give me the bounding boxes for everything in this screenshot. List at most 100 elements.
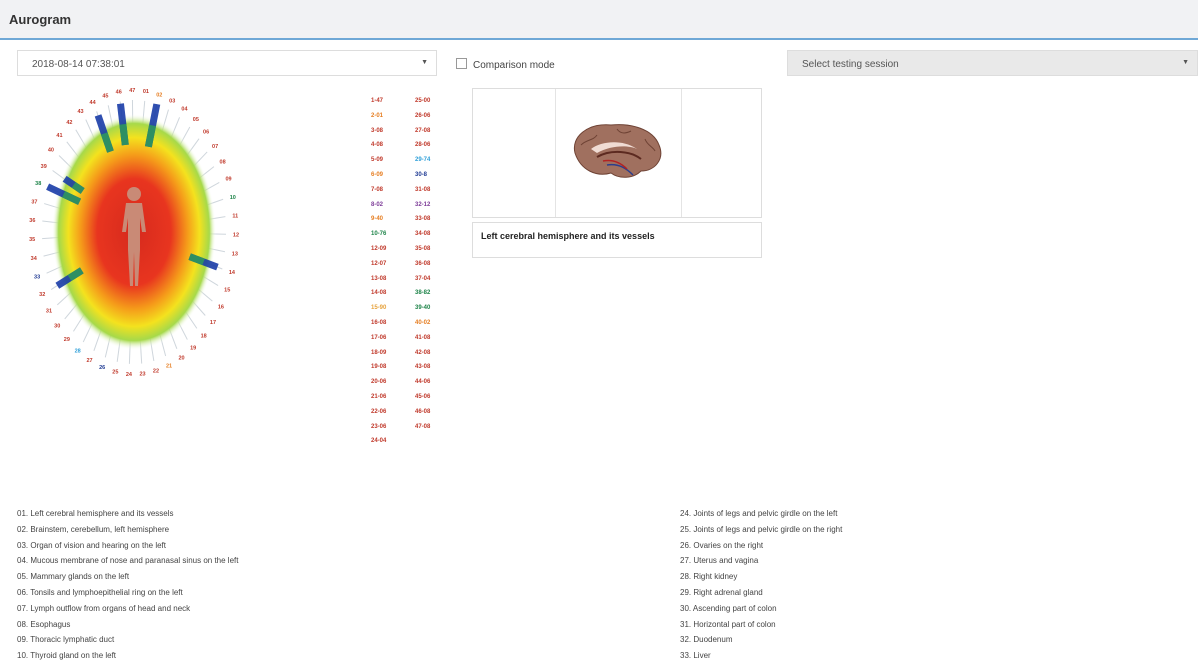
aurogram-graphic: 01 02 03 04 05 06 07 08 09 10 11 12 13 14 15 16 17 18 19 20… xyxy=(29,88,239,378)
legend-item: 27. Uterus and vagina xyxy=(680,556,759,566)
organ-pair-value: 21-06 xyxy=(371,393,387,400)
organ-pair-value: 12-09 xyxy=(371,245,387,252)
ring-label: 39 xyxy=(41,164,47,170)
legend-item: 26. Ovaries on the right xyxy=(680,540,764,550)
date-select[interactable]: 2018-08-14 07:38:01 ▼ xyxy=(17,50,437,76)
organ-pair-value: 38-82 xyxy=(415,290,431,297)
ring-label: 31 xyxy=(46,308,52,314)
ring-label: 14 xyxy=(229,270,236,276)
organ-caption: Left cerebral hemisphere and its vessels xyxy=(472,222,762,258)
ring-label: 35 xyxy=(29,237,35,243)
legend-item: 06. Tonsils and lymphoepithelial ring on… xyxy=(17,587,183,597)
ring-label: 17 xyxy=(210,320,216,326)
caret-down-icon: ▼ xyxy=(1182,59,1189,66)
comparison-mode-checkbox[interactable] xyxy=(456,58,467,69)
ring-label: 04 xyxy=(181,107,188,113)
aurogram-beam-base xyxy=(188,253,205,266)
organ-pair-value: 33-08 xyxy=(415,216,431,223)
organ-pair-value: 45-06 xyxy=(415,393,431,400)
ring-label: 32 xyxy=(39,292,45,298)
organ-pair-value: 17-06 xyxy=(371,334,387,341)
ring-label: 18 xyxy=(201,334,207,340)
organ-pair-value: 26-06 xyxy=(415,112,431,119)
ring-label: 41 xyxy=(56,133,62,139)
ring-label: 42 xyxy=(66,120,72,126)
organ-pairs-column-2: 25-00 26-06 27-08 28-06 29-74 30-8 31-08 32-12 3… xyxy=(415,94,430,434)
organ-caption-text: Left cerebral hemisphere and its vessels xyxy=(481,231,655,241)
ring-label: 23 xyxy=(139,372,145,378)
ring-label: 13 xyxy=(232,251,238,257)
comparison-mode-label: Comparison mode xyxy=(473,60,555,71)
organ-pair-value: 14-08 xyxy=(371,290,387,297)
ring-label: 27 xyxy=(86,358,92,364)
organ-pair-value: 44-06 xyxy=(415,379,431,386)
organ-legend-left: 01. Left cerebral hemisphere and its ves… xyxy=(17,506,238,664)
legend-item: 33. Liver xyxy=(680,651,711,661)
ring-label: 28 xyxy=(75,348,81,354)
organ-pair-value: 42-08 xyxy=(415,349,431,356)
organ-pair-value: 29-74 xyxy=(415,157,431,164)
ring-label: 44 xyxy=(90,100,97,106)
legend-item: 09. Thoracic lymphatic duct xyxy=(17,635,115,645)
ring-label: 02 xyxy=(156,92,162,98)
ring-label: 03 xyxy=(169,98,175,104)
organ-pair-value: 3-08 xyxy=(371,127,384,134)
comparison-mode-toggle[interactable]: Comparison mode xyxy=(456,58,555,71)
organ-pair-value: 22-06 xyxy=(371,408,387,415)
ring-label: 08 xyxy=(220,160,226,166)
ring-label: 20 xyxy=(178,356,184,362)
ring-label: 33 xyxy=(34,274,40,280)
brain-icon xyxy=(573,124,662,178)
ring-label: 25 xyxy=(112,370,118,376)
ring-label: 05 xyxy=(193,117,199,123)
legend-item: 05. Mammary glands on the left xyxy=(17,572,130,582)
ring-label: 15 xyxy=(224,288,230,294)
app-header: Aurogram xyxy=(0,0,1198,40)
organ-pair-value: 13-08 xyxy=(371,275,387,282)
organ-pair-value: 18-09 xyxy=(371,349,387,356)
legend-item: 31. Horizontal part of colon xyxy=(680,619,776,629)
organ-pair-value: 10-76 xyxy=(371,231,387,238)
ring-label: 10 xyxy=(230,195,236,201)
legend-item: 28. Right kidney xyxy=(680,572,738,582)
testing-session-select[interactable]: Select testing session ▼ xyxy=(787,50,1198,76)
organ-pair-value: 16-08 xyxy=(371,319,387,326)
ring-label: 21 xyxy=(166,363,172,369)
organ-pair-value: 35-08 xyxy=(415,245,431,252)
page-title: Aurogram xyxy=(9,12,72,27)
ring-label: 16 xyxy=(218,304,224,310)
organ-pair-value: 27-08 xyxy=(415,127,431,134)
organ-pair-value: 39-40 xyxy=(415,305,431,312)
organ-image-panel xyxy=(472,88,762,218)
organ-pair-value: 36-08 xyxy=(415,260,431,267)
legend-item: 24. Joints of legs and pelvic girdle on … xyxy=(680,509,838,518)
ring-label: 06 xyxy=(203,130,209,136)
caret-down-icon: ▼ xyxy=(421,59,428,66)
legend-item: 32. Duodenum xyxy=(680,635,733,645)
organ-pair-value: 32-12 xyxy=(415,201,431,208)
ring-label: 47 xyxy=(129,88,135,94)
organ-pair-value: 12-07 xyxy=(371,260,387,267)
organ-pair-value: 24-04 xyxy=(371,438,387,445)
organ-pair-value: 1-47 xyxy=(371,98,384,104)
legend-item: 08. Esophagus xyxy=(17,619,71,629)
legend-item: 03. Organ of vision and hearing on the l… xyxy=(17,540,166,550)
legend-item: 07. Lymph outflow from organs of head an… xyxy=(17,603,191,613)
ring-label: 19 xyxy=(190,346,196,352)
legend-item: 04. Mucous membrane of nose and paranasa… xyxy=(17,556,239,566)
organ-pair-value: 31-08 xyxy=(415,186,431,193)
organ-pair-value: 15-90 xyxy=(371,305,387,312)
organ-pair-value: 2-01 xyxy=(371,112,384,119)
date-select-value: 2018-08-14 07:38:01 xyxy=(32,59,125,70)
aurogram-beam-base xyxy=(119,123,129,146)
organ-pair-value: 9-40 xyxy=(371,216,384,223)
organ-pair-value: 28-06 xyxy=(415,142,431,149)
organ-pairs-column-1: 1-47 2-01 3-08 4-08 5-09 6-09 7-08 8-02 9-40 10-7… xyxy=(371,94,386,449)
legend-item: 29. Right adrenal gland xyxy=(680,587,763,597)
ring-label: 36 xyxy=(29,218,35,224)
panel-divider xyxy=(555,89,556,217)
ring-label: 07 xyxy=(212,144,218,150)
ring-label: 34 xyxy=(31,256,38,262)
organ-pair-value: 34-08 xyxy=(415,231,431,238)
ring-label: 09 xyxy=(225,177,231,183)
